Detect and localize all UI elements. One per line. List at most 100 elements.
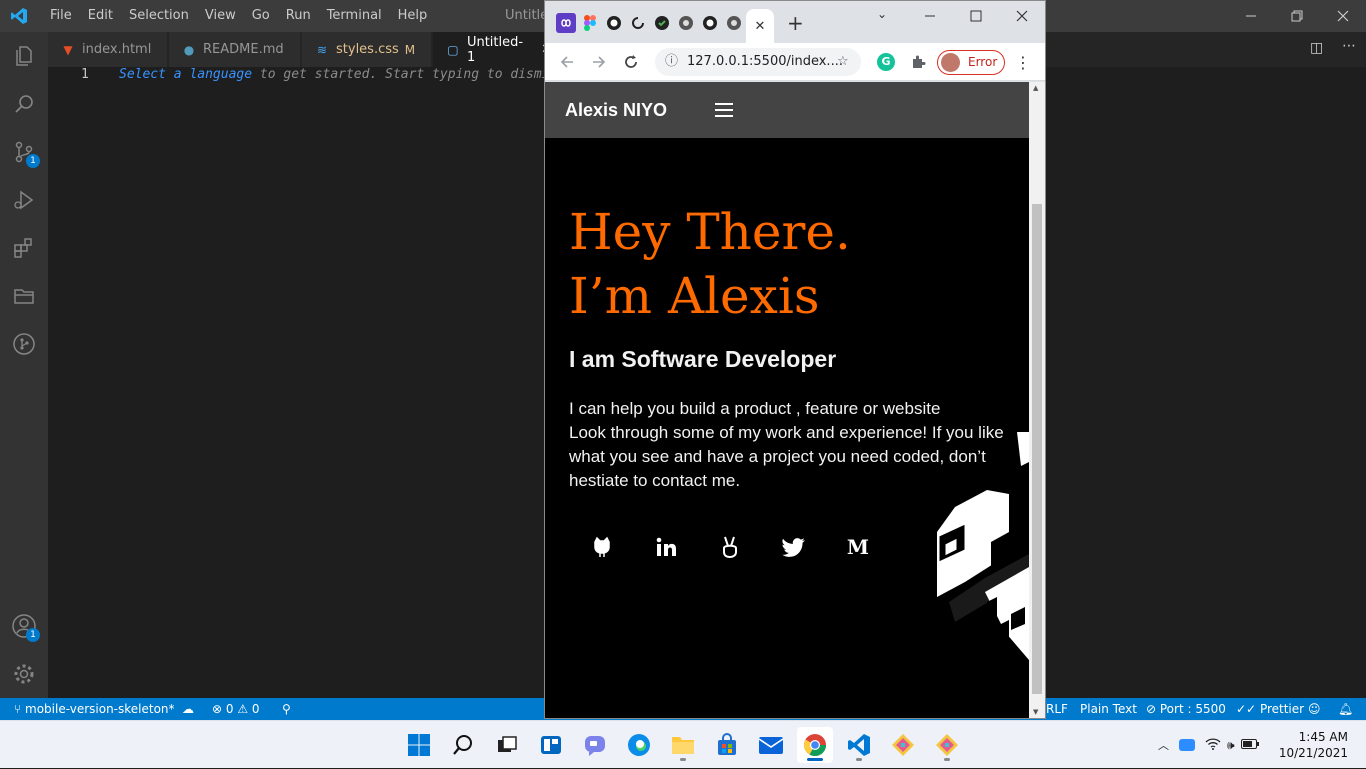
menu-selection[interactable]: Selection bbox=[121, 0, 197, 32]
site-info-icon[interactable]: ⓘ bbox=[665, 48, 678, 76]
decorative-shapes bbox=[937, 432, 1029, 660]
branch-status[interactable]: ⑂ mobile-version-skeleton* bbox=[14, 698, 175, 720]
active-tab-close-button[interactable]: ✕ bbox=[746, 9, 774, 43]
problems-status[interactable]: ⊗ 0 ⚠ 0 bbox=[212, 698, 260, 720]
select-language-link[interactable]: Select a language bbox=[119, 67, 252, 82]
tab-untitled-1[interactable]: ▢ Untitled-1 ✕ bbox=[433, 32, 553, 67]
github-icon bbox=[655, 16, 669, 30]
menu-help[interactable]: Help bbox=[390, 0, 436, 32]
tab-readme[interactable]: ● README.md bbox=[169, 32, 301, 67]
battery-icon[interactable] bbox=[1240, 738, 1259, 752]
github-check-tab-icon[interactable] bbox=[652, 13, 672, 33]
tab-favicon-icon[interactable] bbox=[556, 13, 576, 33]
grammarly-extension-button[interactable]: G bbox=[874, 50, 898, 74]
taskbar-clock[interactable]: 1:45 AM 10/21/2021 bbox=[1279, 729, 1348, 761]
explorer-button[interactable] bbox=[0, 32, 48, 80]
figma-tab-icon[interactable] bbox=[580, 13, 600, 33]
github-link[interactable] bbox=[589, 534, 615, 560]
chrome-taskbar-button[interactable] bbox=[797, 727, 833, 763]
globe-tab-icon[interactable] bbox=[676, 13, 696, 33]
page-scrollbar[interactable]: ▲ ▼ bbox=[1029, 82, 1045, 718]
source-control-button[interactable]: 1 bbox=[0, 128, 48, 176]
hamburger-menu-icon[interactable] bbox=[715, 103, 733, 117]
app-diamond-button[interactable] bbox=[885, 727, 921, 763]
linkedin-link[interactable] bbox=[653, 534, 679, 560]
github-tab-icon[interactable] bbox=[604, 13, 624, 33]
site-brand[interactable]: Alexis NIYO bbox=[565, 100, 667, 121]
extensions-button[interactable] bbox=[0, 224, 48, 272]
sync-icon[interactable]: ☁ bbox=[182, 698, 194, 720]
scroll-up-icon[interactable]: ▲ bbox=[1033, 84, 1038, 92]
address-bar[interactable]: ⓘ 127.0.0.1:5500/index.... ☆ bbox=[655, 48, 861, 76]
tab-index-html[interactable]: ▼ index.html bbox=[48, 32, 168, 67]
chrome-menu-button[interactable]: ⋮ bbox=[1011, 50, 1035, 74]
back-button[interactable] bbox=[555, 50, 579, 74]
feedback-icon[interactable]: ☺ bbox=[1308, 698, 1321, 720]
profile-error-button[interactable]: Error bbox=[937, 50, 1005, 75]
vscode-taskbar-button[interactable] bbox=[841, 727, 877, 763]
github-tab-icon-2[interactable] bbox=[700, 13, 720, 33]
loading-tab-icon[interactable] bbox=[628, 13, 648, 33]
menu-edit[interactable]: Edit bbox=[80, 0, 121, 32]
close-icon bbox=[1016, 10, 1028, 22]
prettier-status[interactable]: ✓✓ Prettier bbox=[1236, 698, 1304, 720]
split-editor-icon[interactable]: ◫ bbox=[1310, 40, 1323, 56]
file-icon: ▢ bbox=[447, 42, 459, 57]
manage-button[interactable] bbox=[0, 650, 48, 698]
language-status[interactable]: Plain Text bbox=[1080, 698, 1137, 720]
search-button[interactable] bbox=[0, 80, 48, 128]
menu-run[interactable]: Run bbox=[278, 0, 319, 32]
twitter-link[interactable] bbox=[781, 534, 807, 560]
pin-icon[interactable]: ⚲ bbox=[282, 698, 291, 720]
widgets-button[interactable] bbox=[533, 727, 569, 763]
forward-button[interactable] bbox=[587, 50, 611, 74]
menu-go[interactable]: Go bbox=[244, 0, 278, 32]
wifi-icon[interactable] bbox=[1205, 737, 1221, 753]
bookmark-star-icon[interactable]: ☆ bbox=[837, 48, 849, 76]
chrome-maximize-button[interactable] bbox=[953, 1, 999, 31]
extensions-menu-button[interactable] bbox=[906, 50, 930, 74]
mail-button[interactable] bbox=[753, 727, 789, 763]
reload-button[interactable] bbox=[619, 50, 643, 74]
angellist-link[interactable] bbox=[717, 534, 743, 560]
menu-view[interactable]: View bbox=[197, 0, 244, 32]
app-diamond-button-2[interactable] bbox=[929, 727, 965, 763]
run-debug-button[interactable] bbox=[0, 176, 48, 224]
accounts-button[interactable]: 1 bbox=[0, 602, 48, 650]
chevron-up-icon[interactable]: ︿ bbox=[1158, 737, 1169, 753]
more-actions-icon[interactable]: ⋯ bbox=[1342, 38, 1356, 54]
chrome-minimize-button[interactable] bbox=[907, 1, 953, 31]
scrollbar-thumb[interactable] bbox=[1032, 204, 1042, 694]
folders-button[interactable] bbox=[0, 272, 48, 320]
volume-icon[interactable]: 🕪︎ bbox=[1227, 738, 1235, 753]
close-window-button[interactable] bbox=[1320, 0, 1366, 32]
scroll-down-icon[interactable]: ▼ bbox=[1033, 708, 1038, 716]
zoom-icon[interactable] bbox=[1179, 739, 1195, 751]
task-view-button[interactable] bbox=[489, 727, 525, 763]
chrome-close-button[interactable] bbox=[999, 1, 1045, 31]
windows-logo-icon bbox=[408, 734, 430, 756]
taskbar-search-button[interactable] bbox=[445, 727, 481, 763]
git-graph-button[interactable] bbox=[0, 320, 48, 368]
eol-status[interactable]: RLF bbox=[1046, 698, 1068, 720]
start-button[interactable] bbox=[401, 727, 437, 763]
tab-styles-css[interactable]: ≋ styles.css M bbox=[302, 32, 432, 67]
medium-link[interactable]: M bbox=[845, 534, 871, 560]
angellist-icon bbox=[723, 536, 737, 559]
line-number: 1 bbox=[81, 67, 89, 82]
edge-button[interactable] bbox=[621, 727, 657, 763]
minimize-button[interactable] bbox=[1228, 0, 1274, 32]
menu-terminal[interactable]: Terminal bbox=[319, 0, 390, 32]
menu-file[interactable]: File bbox=[42, 0, 80, 32]
live-server-status[interactable]: ⊘ Port : 5500 bbox=[1146, 698, 1226, 720]
globe-tab-icon-2[interactable] bbox=[724, 13, 744, 33]
new-tab-button[interactable]: + bbox=[787, 11, 804, 35]
teams-chat-button[interactable] bbox=[577, 727, 613, 763]
notifications-icon[interactable]: 🔔︎ bbox=[1338, 698, 1353, 720]
extensions-icon bbox=[14, 238, 32, 258]
restore-button[interactable] bbox=[1274, 0, 1320, 32]
tab-search-icon[interactable]: ⌄ bbox=[877, 7, 887, 21]
store-button[interactable] bbox=[709, 727, 745, 763]
chrome-tab-strip: ✕ + ⌄ bbox=[545, 1, 1045, 43]
file-explorer-button[interactable] bbox=[665, 727, 701, 763]
